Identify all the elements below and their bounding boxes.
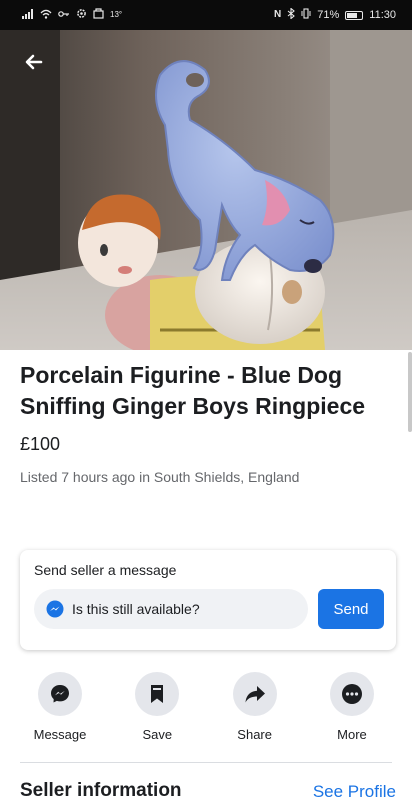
vibrate-icon bbox=[301, 8, 311, 22]
listing-details: Porcelain Figurine - Blue Dog Sniffing G… bbox=[20, 360, 390, 485]
save-button-label: Save bbox=[142, 727, 173, 742]
battery-percent: 71% bbox=[317, 8, 340, 21]
message-input-text: Is this still available? bbox=[72, 601, 200, 617]
status-bar-left: 13° bbox=[22, 8, 122, 22]
clock: 11:30 bbox=[369, 8, 396, 21]
wifi-icon bbox=[40, 9, 52, 22]
see-profile-link[interactable]: See Profile bbox=[313, 782, 396, 800]
message-input[interactable]: Is this still available? bbox=[34, 589, 308, 629]
share-button-label: Share bbox=[237, 727, 272, 742]
screenshot-icon bbox=[93, 8, 104, 22]
seller-info-heading: Seller information bbox=[20, 780, 182, 800]
message-button[interactable]: Message bbox=[20, 672, 100, 742]
bluetooth-icon bbox=[287, 7, 296, 22]
message-card-title: Send seller a message bbox=[34, 562, 177, 578]
more-dots-icon bbox=[341, 684, 362, 704]
bookmark-icon bbox=[151, 685, 164, 703]
battery-icon bbox=[345, 10, 364, 20]
figurine-photo bbox=[0, 30, 412, 350]
messenger-icon bbox=[51, 685, 69, 703]
arrow-left-icon bbox=[25, 54, 43, 70]
signal-icon bbox=[22, 8, 34, 22]
send-message-card: Send seller a message Is this still avai… bbox=[20, 550, 396, 650]
listing-price: £100 bbox=[20, 434, 61, 454]
more-button-circle[interactable] bbox=[329, 672, 374, 716]
listing-photo[interactable] bbox=[0, 30, 412, 350]
action-bar: Message Save Share More bbox=[20, 672, 392, 742]
listing-title: Porcelain Figurine - Blue Dog Sniffing G… bbox=[20, 362, 366, 419]
save-button-circle[interactable] bbox=[135, 672, 180, 716]
key-icon bbox=[58, 9, 70, 22]
status-bar-right: N 71% 11:30 bbox=[274, 7, 396, 22]
nfc-icon: N bbox=[274, 9, 282, 20]
save-button[interactable]: Save bbox=[117, 672, 197, 742]
message-button-circle[interactable] bbox=[38, 672, 82, 716]
send-button[interactable]: Send bbox=[318, 589, 384, 629]
more-button-label: More bbox=[337, 727, 367, 742]
scroll-indicator bbox=[408, 352, 412, 432]
settings-icon bbox=[76, 8, 87, 22]
message-button-label: Message bbox=[33, 727, 87, 742]
status-bar: 13° N 71% 11:30 bbox=[0, 0, 412, 30]
share-button[interactable]: Share bbox=[215, 672, 295, 742]
back-button[interactable] bbox=[16, 44, 52, 80]
share-button-circle[interactable] bbox=[232, 672, 277, 716]
messenger-icon bbox=[46, 600, 64, 618]
temperature-text: 13° bbox=[110, 10, 123, 19]
listing-meta: Listed 7 hours ago in South Shields, Eng… bbox=[20, 469, 300, 485]
share-arrow-icon bbox=[245, 686, 265, 703]
message-row: Is this still available? Send bbox=[34, 589, 384, 629]
more-button[interactable]: More bbox=[312, 672, 392, 742]
section-divider bbox=[20, 762, 392, 763]
